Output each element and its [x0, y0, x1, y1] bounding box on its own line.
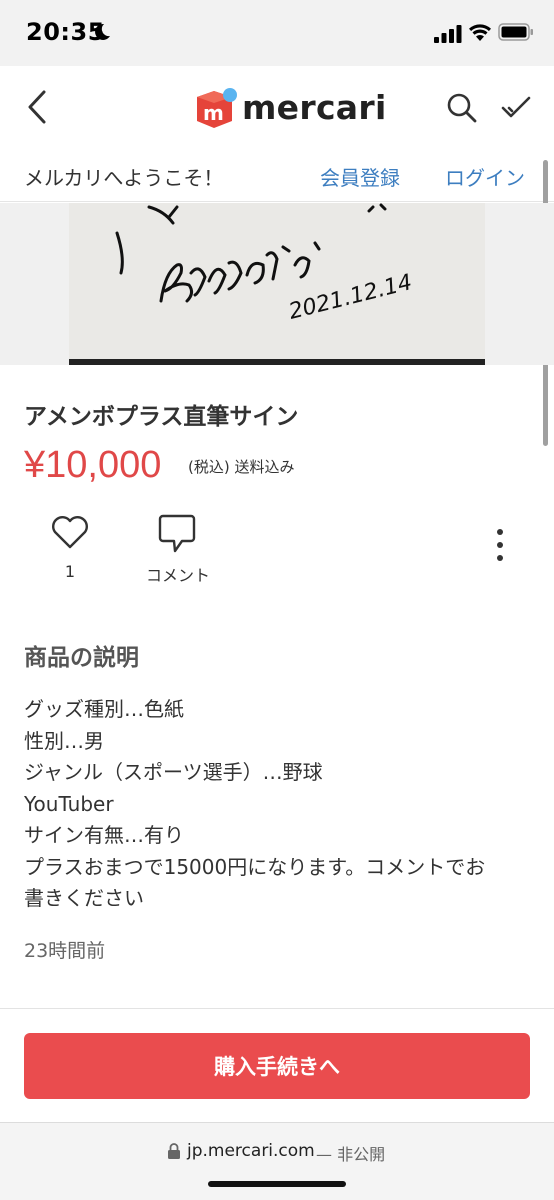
home-indicator[interactable]	[208, 1181, 346, 1187]
heart-icon	[52, 516, 88, 549]
status-bar: 20:35	[0, 0, 554, 66]
battery-icon	[498, 23, 533, 41]
checkmark-icon[interactable]	[500, 94, 532, 122]
cellular-signal-icon	[434, 25, 462, 43]
logo-text: mercari	[242, 88, 387, 127]
description-line: 書きください	[24, 886, 144, 910]
more-options-icon[interactable]	[488, 526, 512, 566]
description-line: YouTuber	[24, 791, 114, 816]
welcome-bar: メルカリへようこそ！ 会員登録 ログイン	[0, 150, 554, 202]
mercari-logo[interactable]: m mercari	[194, 86, 386, 132]
description-line: プラスおまつで15000円になります。コメントでお	[24, 854, 486, 879]
privacy-label: — 非公開	[316, 1145, 386, 1164]
product-photo[interactable]: 2021.12.14	[69, 203, 485, 365]
site-header: m mercari	[0, 66, 554, 150]
register-link[interactable]: 会員登録	[320, 162, 400, 191]
lock-icon	[168, 1143, 180, 1159]
browser-url-bar[interactable]: jp.mercari.com — 非公開	[0, 1122, 554, 1200]
wifi-icon	[469, 24, 491, 41]
tax-shipping-note: (税込) 送料込み	[188, 458, 295, 476]
svg-text:m: m	[203, 101, 224, 125]
url-text: jp.mercari.com	[187, 1141, 315, 1161]
purchase-button-label: 購入手続きへ	[214, 1055, 340, 1079]
description-line: グッズ種別…色紙	[24, 697, 184, 721]
description-line: ジャンル（スポーツ選手）…野球	[24, 760, 323, 784]
purchase-button[interactable]: 購入手続きへ	[24, 1033, 530, 1099]
divider	[0, 1008, 554, 1009]
comment-label: コメント	[145, 566, 210, 585]
product-title: アメンボプラス直筆サイン	[24, 404, 299, 430]
comment-button[interactable]: コメント	[138, 508, 218, 588]
autograph-signature: 2021.12.14	[69, 203, 485, 365]
back-chevron-icon[interactable]	[24, 88, 52, 126]
description-body: グッズ種別…色紙 性別…男 ジャンル（スポーツ選手）…野球 YouTuber サ…	[24, 694, 534, 915]
search-icon[interactable]	[446, 92, 478, 124]
posted-time: 23時間前	[24, 940, 106, 962]
like-button[interactable]: 1	[40, 508, 100, 588]
like-count: 1	[64, 562, 76, 581]
login-link[interactable]: ログイン	[445, 162, 525, 191]
moon-icon	[95, 23, 110, 40]
mercari-logo-icon: m	[197, 88, 237, 128]
description-line: サイン有無…有り	[24, 823, 184, 847]
product-price: ¥10,000	[24, 444, 162, 486]
welcome-message: メルカリへようこそ！	[24, 166, 224, 190]
description-heading: 商品の説明	[24, 645, 139, 671]
comment-bubble-icon	[158, 514, 196, 553]
product-photo-area: 2021.12.14	[0, 203, 554, 365]
description-line: 性別…男	[24, 728, 104, 753]
